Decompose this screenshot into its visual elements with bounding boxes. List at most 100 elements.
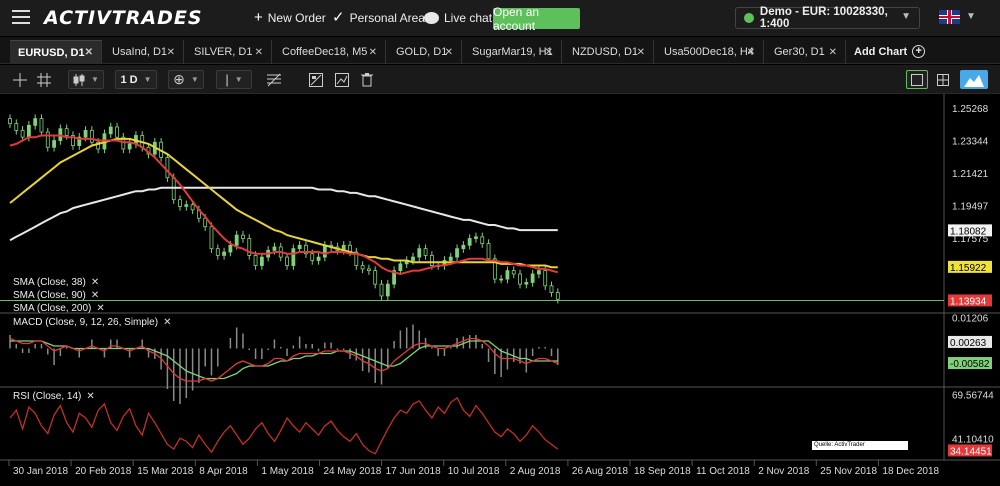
macd-value-marker: -0.00582	[950, 359, 990, 370]
fibonacci-icon[interactable]	[264, 70, 284, 89]
candle-body	[215, 248, 220, 256]
chat-bubble-icon	[424, 12, 439, 24]
save-template-icon[interactable]	[306, 70, 326, 89]
date-tick-label: 8 Apr 2018	[199, 466, 248, 477]
close-icon[interactable]: ✕	[747, 47, 755, 58]
single-layout-icon[interactable]	[906, 70, 928, 89]
plus-icon: +	[254, 9, 263, 26]
tab-label: GOLD, D1	[396, 46, 448, 58]
tab-usaind[interactable]: UsaInd, D1 ✕	[104, 40, 184, 64]
menu-icon[interactable]	[12, 10, 30, 24]
new-order-label: New Order	[267, 11, 326, 25]
add-chart-button[interactable]: Add Chart +	[854, 45, 926, 58]
macd-signal-marker: 0.00263	[950, 338, 987, 349]
live-chat-button[interactable]: Live chat	[424, 11, 492, 25]
candle-body	[373, 270, 378, 285]
price-tick-label: 1.21421	[952, 169, 989, 180]
close-icon[interactable]: ✕	[255, 47, 263, 58]
tab-label: CoffeeDec18, M5	[282, 46, 368, 58]
sma90-legend: SMA (Close, 90) ✕	[13, 290, 99, 301]
candle-body	[228, 244, 233, 253]
uk-flag-icon[interactable]	[939, 10, 960, 24]
grid-icon[interactable]	[34, 70, 54, 89]
load-template-icon[interactable]	[332, 70, 352, 89]
mountain-chart-icon[interactable]	[960, 70, 988, 89]
tab-eurusd[interactable]: EURUSD, D1 ✕	[10, 40, 102, 64]
macd-legend: MACD (Close, 9, 12, 26, Simple) ✕	[13, 317, 171, 328]
tab-label: SILVER, D1	[194, 46, 253, 58]
personal-area-button[interactable]: ✓ Personal Area	[332, 9, 425, 26]
open-account-button[interactable]: Open an account	[493, 5, 580, 33]
date-tick-label: 1 May 2018	[261, 466, 314, 477]
tab-usa500[interactable]: Usa500Dec18, H4 ✕	[656, 40, 764, 64]
candle-body	[108, 126, 113, 135]
close-icon[interactable]: ✕	[637, 47, 645, 58]
close-icon[interactable]: ✕	[86, 391, 94, 402]
candle-body	[241, 234, 245, 239]
macd-tick-label: 0.01206	[952, 313, 989, 324]
tab-coffee[interactable]: CoffeeDec18, M5 ✕	[274, 40, 386, 64]
timeframe-dropdown[interactable]: 1 D ▼	[115, 70, 157, 89]
candle-body	[297, 244, 302, 250]
candle-body	[14, 123, 19, 131]
candle-body	[39, 118, 44, 133]
candle-body	[26, 124, 31, 138]
close-icon[interactable]: ✕	[91, 277, 99, 288]
candle-body	[285, 256, 289, 266]
candle-body	[417, 248, 422, 258]
candle-body	[455, 248, 459, 258]
candle-body	[64, 128, 69, 136]
candle-body	[253, 255, 258, 266]
close-icon[interactable]: ✕	[163, 317, 171, 328]
language-chevron-icon[interactable]: ▼	[966, 11, 976, 22]
new-order-button[interactable]: + New Order	[254, 9, 326, 26]
checkmark-icon: ✓	[332, 9, 345, 26]
chart-toolbar: ▼ 1 D ▼ ⊕ ▼ | ▼	[0, 65, 1000, 94]
rsi-line	[9, 396, 559, 455]
price-tick-label: 1.25268	[952, 104, 989, 115]
close-icon[interactable]: ✕	[91, 290, 99, 301]
chart-area[interactable]: 1.25268 1.23344 1.21421 1.19497 1.17575 1.180…	[0, 94, 1000, 486]
candle-body	[486, 243, 491, 260]
crosshair-icon[interactable]	[10, 70, 30, 89]
candle-body	[83, 130, 88, 138]
candle-body	[367, 268, 371, 272]
candle-body	[524, 282, 529, 285]
candle-body	[518, 273, 522, 285]
close-icon[interactable]: ✕	[167, 47, 175, 58]
candle-body	[467, 238, 472, 246]
candle-body	[209, 226, 214, 250]
chart-type-dropdown[interactable]: ▼	[68, 70, 104, 89]
close-icon[interactable]: ✕	[829, 47, 837, 58]
candle-body	[127, 143, 132, 150]
account-selector[interactable]: Demo - EUR: 10028330, 1:400 ▼	[735, 6, 920, 30]
date-tick-label: 20 Feb 2018	[75, 466, 132, 477]
top-bar: ACTIVTRADES + New Order ✓ Personal Area …	[0, 0, 1000, 36]
plus-circle-icon: +	[912, 45, 926, 58]
candle-body	[165, 157, 170, 179]
candle-body	[379, 283, 384, 297]
candle-body	[411, 256, 415, 261]
account-label: Demo - EUR: 10028330, 1:400	[759, 6, 888, 30]
trash-icon[interactable]	[357, 70, 377, 89]
close-icon[interactable]: ✕	[96, 303, 104, 314]
chart-canvas[interactable]: 1.252681.233441.214211.194971.175751.180…	[0, 94, 1000, 486]
close-icon[interactable]: ✕	[85, 47, 93, 58]
add-indicator-dropdown[interactable]: ⊕ ▼	[168, 70, 204, 89]
candle-body	[184, 204, 189, 207]
close-icon[interactable]: ✕	[545, 47, 553, 58]
price-tick-label: 1.19497	[952, 201, 989, 212]
drawing-tool-dropdown[interactable]: | ▼	[216, 70, 252, 89]
tab-sugar[interactable]: SugarMar19, H1 ✕	[464, 40, 562, 64]
candle-body	[272, 246, 277, 251]
close-icon[interactable]: ✕	[445, 47, 453, 58]
close-icon[interactable]: ✕	[369, 47, 377, 58]
split-layout-icon[interactable]	[932, 70, 954, 89]
tab-silver[interactable]: SILVER, D1 ✕	[186, 40, 272, 64]
rsi-tick-label: 69.56744	[952, 390, 994, 401]
tab-ger30[interactable]: Ger30, D1 ✕	[766, 40, 846, 64]
tab-nzdusd[interactable]: NZDUSD, D1 ✕	[564, 40, 654, 64]
date-tick-label: 25 Nov 2018	[820, 466, 877, 477]
tab-gold[interactable]: GOLD, D1 ✕	[388, 40, 462, 64]
source-note: Quelle: ActivTrader Handelsplattform	[812, 441, 908, 457]
